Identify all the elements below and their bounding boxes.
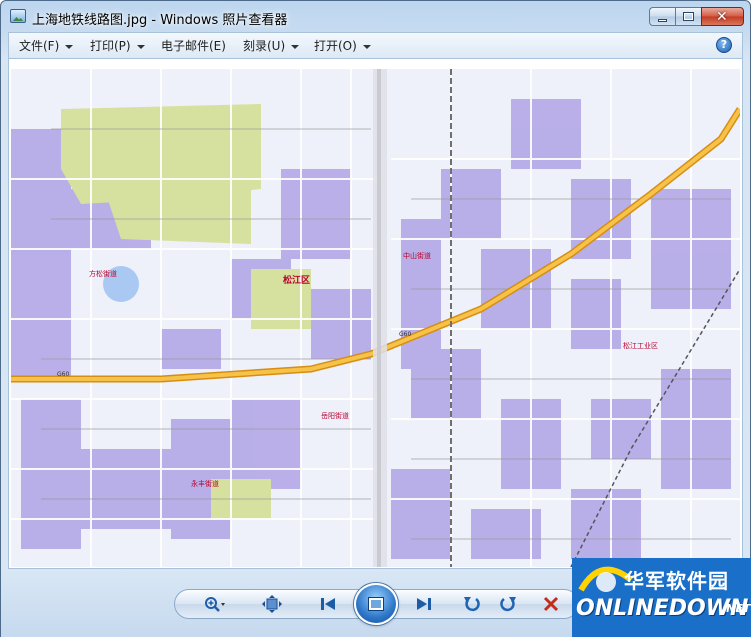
delete-icon bbox=[543, 596, 559, 612]
map-label-highway2: G60 bbox=[399, 331, 412, 338]
slideshow-icon bbox=[368, 597, 384, 611]
menu-bar: 文件(F) 打印(P) 电子邮件(E) 刻录(U) 打开(O) ? bbox=[8, 32, 743, 58]
title-bar[interactable]: 上海地铁线路图.jpg - Windows 照片查看器 ✕ bbox=[1, 1, 750, 31]
menu-email[interactable]: 电子邮件(E) bbox=[161, 37, 226, 54]
watermark-chinese-text: 华军软件园 bbox=[624, 569, 729, 593]
map-label-area4: 永丰街道 bbox=[191, 480, 219, 488]
previous-button[interactable] bbox=[315, 592, 341, 616]
map-image: 松江区 G60 G60 方松街道 中山街道 松江工业区 岳阳街道 永丰街道 bbox=[11, 69, 740, 567]
actual-size-icon bbox=[262, 595, 282, 613]
menu-burn[interactable]: 刻录(U) bbox=[243, 37, 300, 54]
slideshow-button[interactable] bbox=[354, 583, 398, 625]
map-graphic bbox=[11, 69, 740, 567]
window-title: 上海地铁线路图.jpg - Windows 照片查看器 bbox=[32, 13, 288, 28]
image-viewport[interactable]: 松江区 G60 G60 方松街道 中山街道 松江工业区 岳阳街道 永丰街道 bbox=[8, 58, 743, 569]
chevron-down-icon bbox=[65, 44, 74, 49]
menu-file[interactable]: 文件(F) bbox=[19, 37, 74, 54]
close-button[interactable]: ✕ bbox=[701, 7, 744, 26]
chevron-down-icon bbox=[291, 44, 300, 49]
photo-viewer-icon bbox=[10, 9, 26, 23]
chevron-down-icon bbox=[362, 44, 371, 49]
watermark-background: 华军软件园 ONLINEDOWN .NET bbox=[572, 558, 751, 637]
minimize-button[interactable] bbox=[649, 7, 675, 26]
delete-button[interactable] bbox=[538, 592, 564, 616]
rotate-ccw-button[interactable] bbox=[459, 592, 485, 616]
map-label-highway: G60 bbox=[57, 371, 70, 378]
close-icon: ✕ bbox=[716, 9, 728, 25]
map-label-park: 方松街道 bbox=[89, 270, 117, 278]
menu-open-label: 打开(O) bbox=[314, 39, 357, 53]
watermark-suffix-text: .NET bbox=[722, 602, 751, 615]
previous-icon bbox=[321, 598, 335, 610]
caption-buttons: ✕ bbox=[649, 7, 744, 27]
map-label-district: 松江区 bbox=[283, 276, 311, 286]
maximize-icon bbox=[683, 12, 694, 21]
menu-email-label: 电子邮件(E) bbox=[161, 39, 226, 53]
menu-print-label: 打印(P) bbox=[90, 39, 131, 53]
menu-burn-label: 刻录(U) bbox=[243, 39, 286, 53]
maximize-button[interactable] bbox=[675, 7, 701, 26]
rotate-cw-button[interactable] bbox=[495, 592, 521, 616]
map-label-area1: 中山街道 bbox=[403, 252, 431, 260]
next-button[interactable] bbox=[411, 592, 437, 616]
menu-open[interactable]: 打开(O) bbox=[314, 37, 371, 54]
menu-file-label: 文件(F) bbox=[19, 39, 60, 53]
zoom-button[interactable] bbox=[201, 592, 227, 616]
rotate-cw-icon bbox=[500, 597, 516, 612]
actual-size-button[interactable] bbox=[259, 592, 285, 616]
minimize-icon bbox=[658, 19, 667, 22]
next-icon bbox=[417, 598, 431, 610]
photo-viewer-window: 上海地铁线路图.jpg - Windows 照片查看器 ✕ 文件(F) 打印(P… bbox=[0, 0, 751, 637]
zoom-icon bbox=[205, 597, 225, 612]
map-label-area3: 岳阳街道 bbox=[321, 412, 349, 420]
help-icon[interactable]: ? bbox=[716, 37, 732, 53]
watermark-logo: 华军软件园 ONLINEDOWN .NET bbox=[572, 558, 751, 637]
map-label-area2: 松江工业区 bbox=[623, 342, 658, 350]
menu-print[interactable]: 打印(P) bbox=[90, 37, 145, 54]
rotate-ccw-icon bbox=[464, 597, 480, 612]
chevron-down-icon bbox=[136, 44, 145, 49]
